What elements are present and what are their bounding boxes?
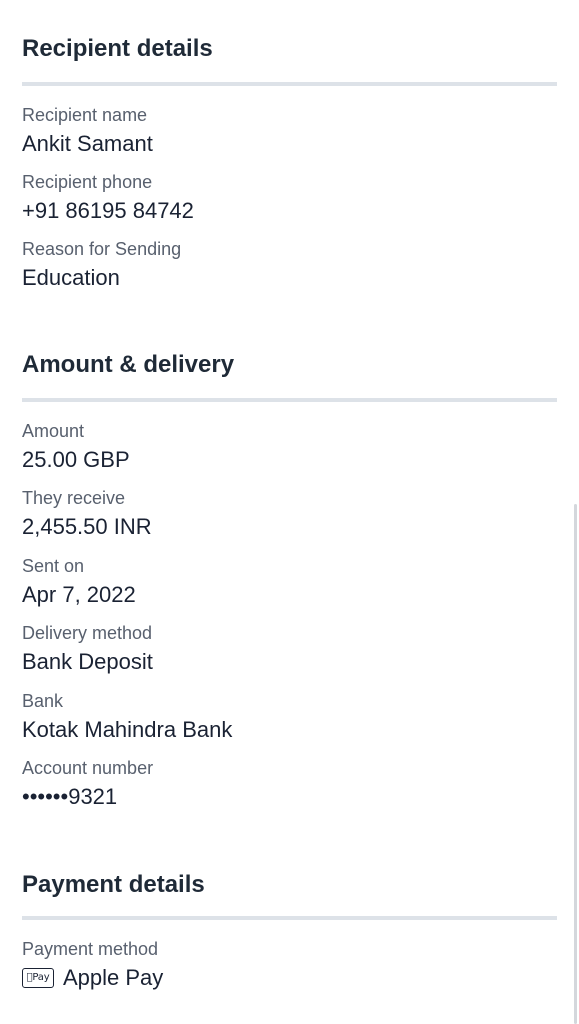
delivery-method-field: Delivery method Bank Deposit — [22, 622, 153, 676]
payment-method-label: Payment method — [22, 939, 159, 959]
payment-method-value: Apple Pay — [63, 965, 164, 990]
apple-pay-icon-text: Pay — [29, 972, 49, 983]
they-receive-value: 2,455.50 INR — [22, 514, 152, 539]
reason-label: Reason for Sending — [22, 239, 182, 259]
payment-details-section: Payment details Payment method Pay Appl… — [22, 870, 557, 990]
section-divider — [22, 398, 557, 402]
reason-value: Education — [22, 265, 120, 290]
account-number-value: ••••••9321 — [22, 784, 118, 809]
recipient-name-field: Recipient name Ankit Samant — [22, 104, 153, 158]
delivery-method-label: Delivery method — [22, 623, 153, 643]
recipient-details-section: Recipient details Recipient name Ankit S… — [22, 34, 557, 290]
account-number-field: Account number ••••••9321 — [22, 757, 153, 811]
recipient-phone-field: Recipient phone +91 86195 84742 — [22, 171, 194, 225]
recipient-phone-label: Recipient phone — [22, 172, 153, 192]
bank-field: Bank Kotak Mahindra Bank — [22, 690, 232, 744]
amount-delivery-title: Amount & delivery — [22, 351, 235, 378]
section-divider — [22, 916, 557, 920]
delivery-method-value: Bank Deposit — [22, 649, 153, 674]
account-number-label: Account number — [22, 758, 154, 778]
sent-on-value: Apr 7, 2022 — [22, 582, 136, 607]
recipient-name-value: Ankit Samant — [22, 131, 153, 156]
recipient-phone-value: +91 86195 84742 — [22, 198, 194, 223]
sent-on-label: Sent on — [22, 556, 85, 576]
payment-method-field: Payment method Pay Apple Pay — [22, 938, 163, 992]
they-receive-field: They receive 2,455.50 INR — [22, 487, 152, 541]
bank-label: Bank — [22, 691, 64, 711]
amount-value: 25.00 GBP — [22, 447, 130, 472]
payment-details-title: Payment details — [22, 871, 205, 898]
they-receive-label: They receive — [22, 488, 126, 508]
recipient-name-label: Recipient name — [22, 105, 148, 125]
amount-label: Amount — [22, 421, 85, 441]
amount-field: Amount 25.00 GBP — [22, 420, 130, 474]
amount-delivery-section: Amount & delivery Amount 25.00 GBP They … — [22, 350, 557, 809]
section-divider — [22, 82, 557, 86]
apple-pay-icon: Pay — [22, 968, 54, 988]
sent-on-field: Sent on Apr 7, 2022 — [22, 555, 136, 609]
payment-method-row: Pay Apple Pay — [22, 964, 163, 992]
recipient-details-title: Recipient details — [22, 35, 213, 62]
reason-field: Reason for Sending Education — [22, 238, 181, 292]
bank-value: Kotak Mahindra Bank — [22, 717, 233, 742]
scrollbar[interactable] — [574, 504, 577, 1024]
